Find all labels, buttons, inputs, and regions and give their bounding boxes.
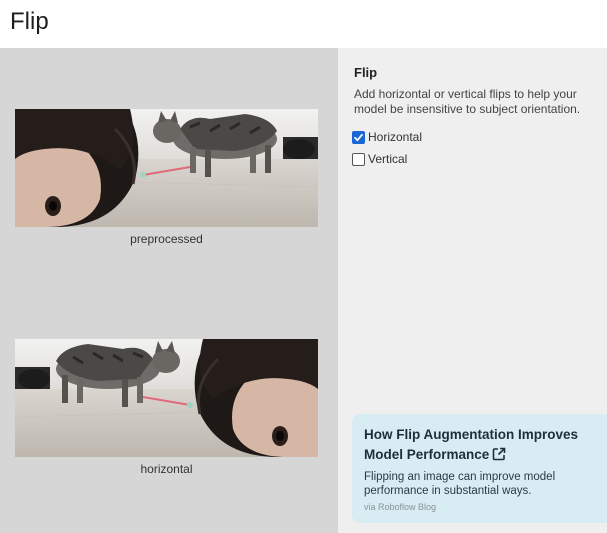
blog-card[interactable]: How Flip Augmentation Improves Model Per… — [352, 414, 607, 523]
blog-title[interactable]: How Flip Augmentation Improves Model Per… — [364, 427, 578, 462]
settings-description: Add horizontal or vertical flips to help… — [354, 87, 581, 116]
external-link-icon[interactable] — [492, 447, 506, 467]
checkmark-icon — [354, 133, 363, 141]
horizontal-option[interactable]: Horizontal — [352, 128, 422, 146]
preprocessed-image — [15, 109, 318, 227]
preview-pane: preprocessed horizontal — [0, 48, 338, 533]
vertical-option[interactable]: Vertical — [352, 150, 407, 168]
horizontal-label[interactable]: Horizontal — [368, 130, 422, 144]
vertical-label[interactable]: Vertical — [368, 152, 407, 166]
blog-source: via Roboflow Blog — [364, 502, 437, 512]
preprocessed-caption: preprocessed — [130, 232, 203, 246]
horizontal-checkbox[interactable] — [352, 130, 365, 144]
blog-title-link[interactable]: How Flip Augmentation Improves Model Per… — [364, 425, 602, 467]
settings-heading: Flip — [354, 65, 378, 80]
page-title: Flip — [10, 8, 49, 35]
horizontal-caption: horizontal — [140, 462, 193, 476]
blog-description: Flipping an image can improve model perf… — [364, 471, 556, 497]
horizontal-flip-image — [15, 339, 318, 457]
vertical-checkbox[interactable] — [352, 152, 365, 166]
